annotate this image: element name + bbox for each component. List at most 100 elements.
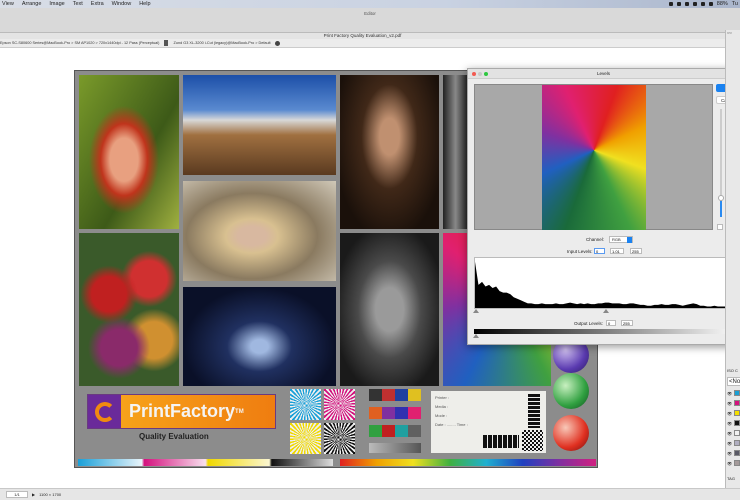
wifi-icon[interactable] [700,2,705,6]
visibility-eye-icon[interactable]: 👁 [727,391,732,396]
histogram-area [475,261,739,308]
visibility-eye-icon[interactable]: 👁 [727,461,732,466]
battery-percent: 88% [716,1,728,7]
volume-icon[interactable] [708,2,713,6]
starburst-cyan [290,389,321,420]
input-levels-label: Input Levels: [567,249,593,254]
info-date: Date : [435,422,446,427]
output-levels-label: Output Levels: [574,321,604,326]
input-gamma-field[interactable] [610,248,624,254]
right-panel: ○○ ISO C <No 👁 👁 👁 👁 👁 👁 👁 👁 TAG [725,30,740,488]
swatch-color [734,440,740,446]
visibility-eye-icon[interactable]: 👁 [727,451,732,456]
minimize-button[interactable] [478,72,482,76]
swatch-row[interactable]: 👁 [727,448,740,458]
swatch-color [734,460,740,466]
swatch-color [734,430,740,436]
visibility-eye-icon[interactable]: 👁 [727,441,732,446]
input-black-field[interactable] [594,248,605,254]
zoom-button[interactable] [484,72,488,76]
cutter-icon[interactable] [164,40,169,46]
cutter-profile-path[interactable]: Zund G3 XL-3200 i-Cut (legacy)@MacBook-P… [174,41,271,45]
barcode-horizontal [483,435,519,448]
visibility-eye-icon[interactable]: 👁 [727,431,732,436]
channel-select[interactable]: RGB [609,236,633,243]
swatch-color [734,410,740,416]
preview-image-pencils [542,85,646,230]
barcode-vertical [528,394,540,428]
breadcrumb: Epson SC-S80600 Series@MacBook-Pro > SM … [0,39,725,48]
swatch-color [734,420,740,426]
output-black-slider[interactable] [473,334,479,338]
output-white-field[interactable] [621,320,633,326]
photo-motorcycle [443,75,468,229]
menu-text[interactable]: Text [73,1,83,7]
swatch-row[interactable]: 👁 [727,418,740,428]
settings-icon[interactable] [274,40,280,46]
slider-thumb[interactable] [718,194,724,201]
swatch-row[interactable]: 👁 [727,408,740,418]
tray-icon[interactable] [692,2,697,6]
starburst-yellow [290,423,321,454]
visibility-eye-icon[interactable]: 👁 [727,411,732,416]
next-page-button[interactable]: ▶ [32,492,35,497]
info-mode: Mode : [435,413,448,418]
photo-tunnel [183,287,336,386]
eyedropper-black-icon[interactable] [717,224,723,230]
logo-tm: TM [235,408,244,415]
histogram [474,257,740,309]
photo-seated-woman [340,75,439,229]
menu-bar: View Arrange Image Text Extra Window Hel… [0,0,740,8]
status-tray: 88% Tu [668,0,738,8]
info-box: Printer : Media : Mode : Date : ........… [431,391,546,453]
close-button[interactable] [472,72,476,76]
output-black-field[interactable] [606,320,616,326]
swatch-row[interactable]: 👁 [727,388,740,398]
color-patches [369,389,421,454]
panel-title: ISO C [727,368,738,373]
input-white-field[interactable] [630,248,642,254]
preview-area[interactable] [474,84,713,230]
ball-red [553,415,589,451]
panel-controls[interactable]: ○○ [727,30,732,35]
tag-label: TAG [727,476,735,481]
tray-icon[interactable] [684,2,689,6]
visibility-eye-icon[interactable]: 👁 [727,401,732,406]
info-media: Media : [435,404,449,409]
clock[interactable]: Tu [732,1,738,7]
app-title: Editor [0,8,740,32]
photo-red-hair-woman [79,75,179,229]
photo-fruit [79,233,179,386]
menu-window[interactable]: Window [112,1,132,7]
input-black-slider[interactable] [473,309,479,313]
printer-profile-path[interactable]: Epson SC-S80600 Series@MacBook-Pro > SM … [0,41,159,45]
tray-icon[interactable] [668,2,673,6]
panel-dropdown[interactable]: <No [727,377,740,386]
visibility-eye-icon[interactable]: 👁 [727,421,732,426]
document-title: Print Factory Quality Evaluation_v2.pdf [0,32,725,39]
info-time: Time : [456,422,468,427]
tray-icon[interactable] [676,2,681,6]
preview-size-slider[interactable] [718,109,724,217]
starburst-magenta [324,389,355,420]
swatch-color [734,400,740,406]
ball-green [553,373,589,409]
swatch-row[interactable]: 👁 [727,458,740,468]
color-strip-right [340,459,596,466]
menu-view[interactable]: View [2,1,14,7]
menu-help[interactable]: Help [139,1,150,7]
swatch-list: 👁 👁 👁 👁 👁 👁 👁 👁 [727,388,740,468]
photo-blonde-woman [183,181,336,281]
page-number-field[interactable]: 1/1 [6,491,28,498]
input-gamma-slider[interactable] [603,309,609,313]
dialog-title: Levels [596,71,610,76]
swatch-row[interactable]: 👁 [727,428,740,438]
photo-old-man [340,233,439,386]
menu-extra[interactable]: Extra [91,1,104,7]
qr-code [522,430,543,451]
swatch-row[interactable]: 👁 [727,398,740,408]
swatch-row[interactable]: 👁 [727,438,740,448]
menu-image[interactable]: Image [49,1,64,7]
logo-text: PrintFactory [129,401,236,421]
menu-arrange[interactable]: Arrange [22,1,42,7]
